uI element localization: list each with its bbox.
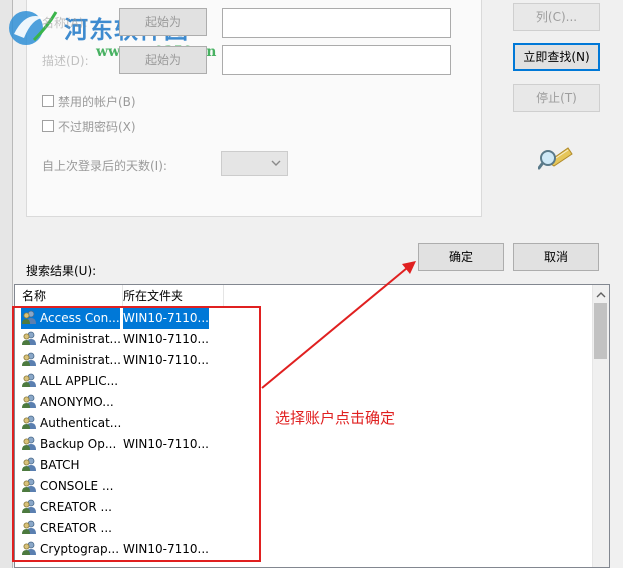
annotation-text: 选择账户点击确定 bbox=[275, 409, 396, 427]
annotation-highlight-box bbox=[12, 306, 261, 562]
annotation-arrow-line bbox=[261, 267, 408, 389]
annotation-arrow-head-icon bbox=[402, 261, 416, 274]
annotation-overlay bbox=[12, 261, 416, 562]
